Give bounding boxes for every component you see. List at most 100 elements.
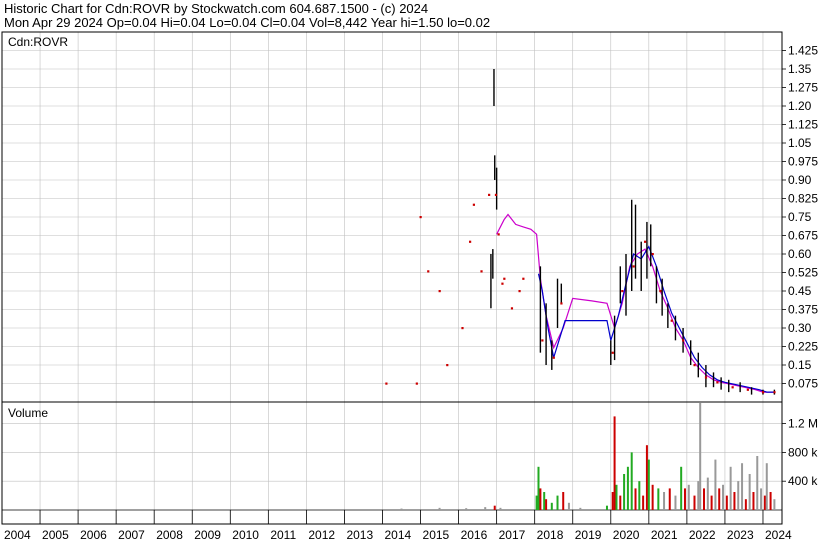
- volume-bar: [769, 492, 772, 510]
- volume-bar: [687, 484, 690, 510]
- year-label: 2009: [194, 528, 221, 542]
- volume-bar: [567, 502, 570, 510]
- volume-bar: [657, 488, 660, 510]
- volume-bar: [465, 508, 468, 510]
- close-point: [644, 240, 647, 243]
- close-point: [427, 270, 430, 273]
- price-gridlines: [1, 32, 782, 402]
- year-label: 2020: [613, 528, 640, 542]
- close-points: [385, 193, 776, 394]
- close-point: [541, 339, 544, 342]
- volume-bar: [613, 416, 616, 510]
- volume-bar: [638, 481, 641, 510]
- volume-bar: [714, 459, 717, 510]
- close-point: [746, 388, 749, 391]
- year-label: 2014: [384, 528, 411, 542]
- price-tick-label: 0.375: [788, 303, 818, 317]
- close-point: [518, 290, 521, 293]
- close-point: [611, 351, 614, 354]
- close-point: [670, 319, 673, 322]
- volume-bar: [703, 488, 705, 510]
- year-label: 2019: [575, 528, 602, 542]
- close-point: [419, 216, 422, 219]
- close-point: [415, 382, 418, 385]
- volume-bar: [744, 499, 747, 510]
- year-label: 2007: [118, 528, 145, 542]
- year-label: 2012: [308, 528, 335, 542]
- volume-bar: [630, 452, 633, 510]
- volume-tick-label: 400 k: [788, 474, 818, 488]
- year-label: 2004: [4, 528, 31, 542]
- close-point: [632, 265, 635, 268]
- volume-bars: [400, 403, 776, 510]
- volume-bar: [605, 505, 608, 510]
- close-point: [716, 381, 719, 384]
- year-label: 2024: [765, 528, 792, 542]
- volume-bar: [752, 492, 755, 510]
- volume-bar: [718, 488, 721, 510]
- close-point: [480, 270, 483, 273]
- volume-bar: [545, 499, 548, 510]
- price-tick-label: 1.20: [788, 99, 812, 113]
- year-label: 2018: [537, 528, 564, 542]
- volume-bar: [693, 495, 696, 510]
- volume-bar: [499, 507, 502, 510]
- price-tick-label: 1.125: [788, 118, 818, 132]
- year-label: 2011: [270, 528, 296, 542]
- close-point: [446, 364, 449, 367]
- close-point: [503, 277, 506, 280]
- price-tick-label: 1.275: [788, 81, 818, 95]
- price-tick-label: 0.60: [788, 247, 812, 261]
- close-point: [438, 290, 441, 293]
- close-point: [682, 339, 685, 342]
- year-label: 2022: [689, 528, 716, 542]
- year-label: 2015: [423, 528, 450, 542]
- close-point: [510, 307, 514, 310]
- volume-bar: [438, 507, 441, 510]
- volume-bar: [706, 477, 709, 510]
- volume-bar: [680, 466, 683, 510]
- year-label: 2008: [156, 528, 183, 542]
- volume-bar: [493, 505, 496, 510]
- volume-bar: [760, 488, 763, 510]
- close-point: [501, 282, 504, 285]
- volume-bar: [697, 481, 700, 510]
- price-tick-label: 1.05: [788, 136, 812, 150]
- close-point: [731, 386, 734, 389]
- close-point: [461, 327, 464, 330]
- volume-bar: [556, 495, 559, 510]
- close-point: [385, 382, 388, 385]
- volume-bar: [623, 474, 626, 510]
- volume-bar: [647, 459, 650, 510]
- volume-bar: [668, 488, 671, 510]
- year-label: 2021: [651, 528, 678, 542]
- close-point: [773, 391, 776, 394]
- stock-chart: 1.425 1.35 1.275 1.20 1.125 1.05 0.975 0.90 0.82…: [1, 31, 818, 542]
- volume-axis: 1.2 M 800 k 400 k: [782, 417, 818, 488]
- volume-bar: [741, 463, 744, 510]
- volume-bar: [674, 495, 677, 510]
- close-point: [494, 193, 498, 196]
- symbol-label: Cdn:ROVR: [8, 35, 68, 49]
- year-label: 2010: [232, 528, 259, 542]
- volume-bar: [699, 403, 702, 510]
- volume-bar: [645, 445, 648, 510]
- close-point: [693, 364, 696, 367]
- volume-bar: [763, 495, 766, 510]
- volume-bar: [748, 474, 751, 510]
- volume-tick-label: 800 k: [788, 445, 818, 459]
- volume-bar: [634, 488, 637, 510]
- price-tick-label: 0.525: [788, 266, 818, 280]
- price-tick-label: 0.075: [788, 377, 818, 391]
- close-point: [761, 391, 765, 394]
- close-point: [472, 203, 476, 206]
- volume-bar: [484, 507, 487, 510]
- price-tick-label: 0.30: [788, 321, 812, 335]
- volume-tick-label: 1.2 M: [788, 417, 818, 431]
- close-point: [560, 302, 563, 305]
- volume-bar: [550, 502, 553, 510]
- volume-bar: [615, 484, 618, 510]
- close-point: [522, 277, 525, 280]
- volume-bar: [535, 495, 538, 510]
- volume-bar: [663, 492, 666, 510]
